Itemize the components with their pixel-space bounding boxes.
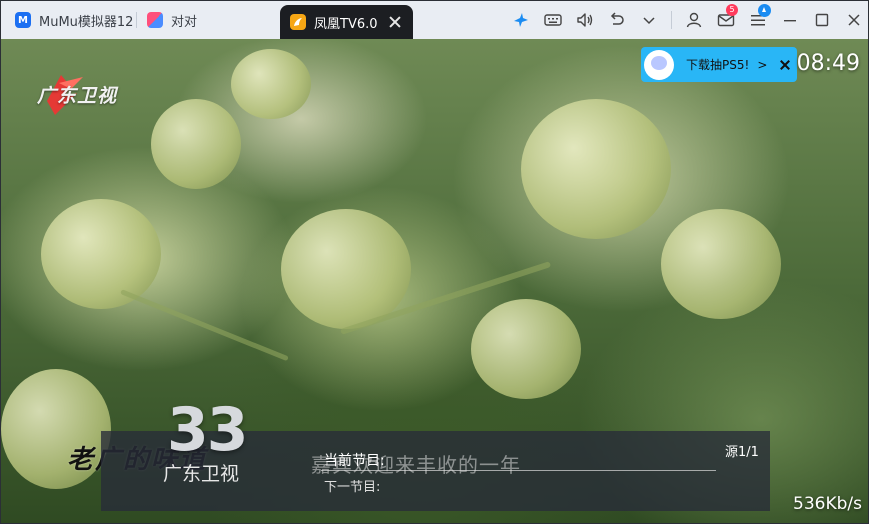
chevron-down-icon bbox=[643, 17, 655, 25]
undo-arrow-icon bbox=[610, 12, 624, 25]
flower-cluster-image bbox=[41, 199, 161, 309]
stem-image bbox=[120, 289, 289, 362]
flower-cluster-image bbox=[281, 209, 411, 329]
tab-duidui[interactable]: 对对 bbox=[137, 1, 280, 39]
user-icon bbox=[686, 12, 702, 28]
promo-banner[interactable]: 下载抽PS5! > bbox=[641, 47, 797, 82]
maximize-button[interactable] bbox=[806, 1, 838, 39]
network-speed: 536Kb/s bbox=[793, 494, 862, 514]
tab-label: MuMu模拟器12 bbox=[39, 14, 134, 30]
menu-button[interactable] bbox=[742, 1, 774, 39]
mascot-avatar bbox=[644, 49, 674, 80]
source-indicator[interactable]: 源1/1 bbox=[725, 441, 759, 460]
close-window-button[interactable] bbox=[838, 1, 868, 39]
volume-button[interactable] bbox=[569, 1, 601, 39]
minimize-icon bbox=[784, 20, 796, 22]
tab-phoenix-tv[interactable]: 凤凰TV6.0 bbox=[280, 5, 413, 39]
video-player[interactable]: 广东卫视 下载抽PS5! > 08:49 老广的味道 33 广东卫视 嘉宾欢迎来… bbox=[1, 39, 868, 523]
keyboard-icon bbox=[544, 14, 562, 26]
duidui-app-icon bbox=[147, 12, 163, 28]
chevron-right-icon[interactable]: > bbox=[757, 58, 767, 72]
close-promo-icon[interactable] bbox=[779, 59, 791, 71]
mail-count-badge: 5 bbox=[726, 4, 738, 16]
promo-text: 下载抽PS5! bbox=[686, 58, 750, 72]
clock-display: 08:49 bbox=[796, 51, 860, 76]
close-tab-icon[interactable] bbox=[387, 14, 403, 30]
phoenix-tv-icon bbox=[290, 14, 306, 30]
bird-icon bbox=[514, 13, 528, 27]
volume-icon bbox=[577, 13, 593, 27]
maximize-icon bbox=[815, 13, 829, 27]
channel-name: 广东卫视 bbox=[163, 463, 240, 485]
tab-label: 凤凰TV6.0 bbox=[314, 16, 378, 32]
next-program-label: 下一节目: bbox=[324, 480, 381, 495]
game-assist-button[interactable] bbox=[505, 1, 537, 39]
close-icon bbox=[848, 14, 860, 26]
emulator-window: M MuMu模拟器12 对对 凤凰TV6.0 5 广东卫视 下载抽PS5! > … bbox=[0, 0, 869, 524]
more-dropdown-button[interactable] bbox=[633, 1, 665, 39]
current-program-label: 当前节目: bbox=[324, 453, 385, 469]
flower-cluster-image bbox=[231, 49, 311, 119]
toolbar-divider bbox=[671, 11, 672, 29]
channel-number: 33 bbox=[167, 395, 248, 465]
tab-mumu[interactable]: M MuMu模拟器12 bbox=[1, 1, 136, 39]
messages-button[interactable]: 5 bbox=[710, 1, 742, 39]
flower-cluster-image bbox=[661, 209, 781, 319]
title-bar: M MuMu模拟器12 对对 凤凰TV6.0 5 bbox=[1, 1, 868, 39]
back-button[interactable] bbox=[601, 1, 633, 39]
flower-cluster-image bbox=[521, 99, 671, 239]
window-toolbar: 5 bbox=[505, 1, 868, 39]
station-logo-text: 广东卫视 bbox=[37, 85, 118, 107]
program-divider bbox=[321, 470, 716, 471]
keyboard-button[interactable] bbox=[537, 1, 569, 39]
minimize-button[interactable] bbox=[774, 1, 806, 39]
flower-cluster-image bbox=[471, 299, 581, 399]
account-button[interactable] bbox=[678, 1, 710, 39]
update-arrow-icon bbox=[758, 4, 771, 17]
tab-label: 对对 bbox=[171, 14, 198, 30]
mumu-app-icon: M bbox=[15, 12, 31, 28]
